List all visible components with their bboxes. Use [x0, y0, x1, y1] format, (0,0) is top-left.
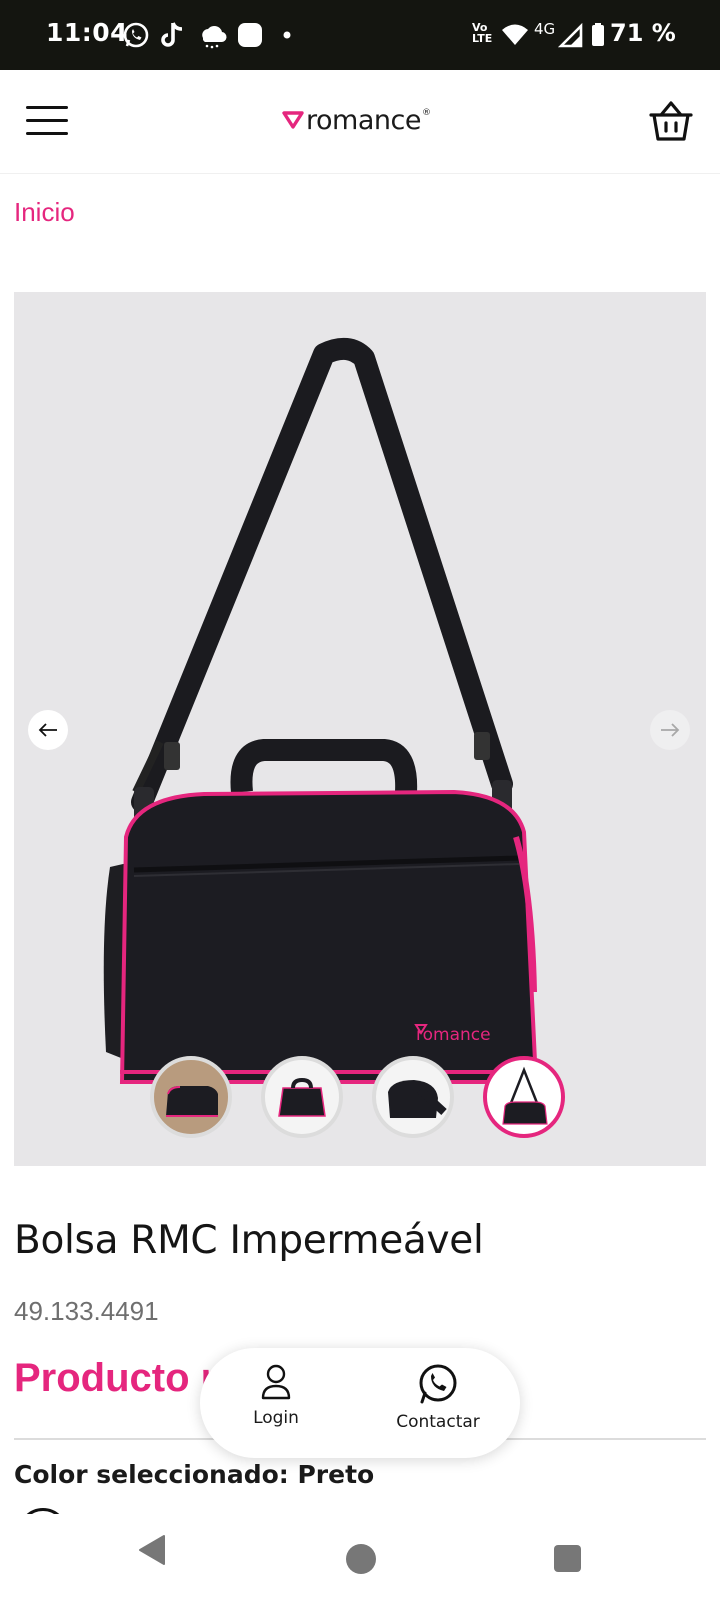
product-image: romance: [103, 337, 539, 1084]
breadcrumb-home-link[interactable]: Inicio: [14, 197, 75, 228]
more-notifications-icon: [283, 31, 291, 39]
recent-apps-icon[interactable]: [554, 1545, 581, 1572]
site-header: romance ®: [0, 70, 720, 174]
whatsapp-icon: [419, 1364, 457, 1404]
product-sku: 49.133.4491: [14, 1296, 159, 1326]
shopping-basket-icon[interactable]: [648, 100, 694, 144]
gallery-thumbnails: [150, 1056, 565, 1138]
volte-bottom: LTE: [472, 32, 493, 45]
selected-color-value: Preto: [297, 1460, 375, 1489]
selected-color-row: Color seleccionado: Preto: [14, 1460, 374, 1489]
login-button[interactable]: Login: [236, 1362, 316, 1428]
app-notification-icon: [238, 23, 262, 47]
network-type: 4G: [534, 20, 556, 38]
product-image-gallery[interactable]: romance: [14, 292, 706, 1166]
battery-percentage: 71 %: [610, 19, 676, 47]
thumbnail-image: [388, 1080, 447, 1118]
brand-name: romance: [306, 104, 421, 136]
gallery-next-button[interactable]: [650, 710, 690, 750]
thumbnail-2[interactable]: [261, 1056, 343, 1138]
contact-button[interactable]: Contactar: [378, 1362, 498, 1432]
thumbnail-3[interactable]: [372, 1056, 454, 1138]
thumbnail-image: [278, 1077, 326, 1117]
brand-registered-mark: ®: [421, 108, 431, 118]
back-icon[interactable]: [136, 1534, 168, 1566]
user-icon: [261, 1364, 291, 1400]
thumbnail-4-active[interactable]: [483, 1056, 565, 1138]
cell-signal-icon: [558, 22, 583, 48]
tiktok-notification-icon: [161, 22, 183, 47]
system-navigation-bar: [0, 1514, 720, 1600]
product-availability-status: Producto r: [14, 1356, 217, 1400]
selected-color-label: Color seleccionado:: [14, 1460, 298, 1489]
whatsapp-notification-icon: [123, 22, 149, 48]
thumbnail-image: [156, 1062, 226, 1132]
login-label: Login: [253, 1408, 299, 1428]
brand-logo[interactable]: romance ®: [282, 100, 431, 140]
floating-action-bar: Login Contactar: [200, 1348, 520, 1458]
volte-indicator: Vo LTE: [472, 22, 492, 44]
hamburger-menu-icon[interactable]: [26, 106, 70, 136]
contact-label: Contactar: [396, 1412, 480, 1432]
status-bar: 11:04 Vo LTE 4G 71 %: [0, 0, 720, 70]
product-title: Bolsa RMC Impermeável: [14, 1218, 484, 1263]
bag-logo-text: romance: [416, 1025, 491, 1045]
thumbnail-1[interactable]: [150, 1056, 232, 1138]
arrow-left-icon: [38, 723, 57, 737]
status-time: 11:04: [46, 18, 129, 47]
gallery-prev-button[interactable]: [28, 710, 68, 750]
home-icon[interactable]: [346, 1544, 376, 1574]
arrow-right-icon: [661, 723, 680, 737]
battery-icon: [592, 23, 604, 46]
logo-heart-icon: [282, 111, 304, 129]
wifi-icon: [502, 24, 528, 45]
thumbnail-image: [502, 1066, 548, 1125]
weather-notification-icon: [202, 25, 227, 49]
